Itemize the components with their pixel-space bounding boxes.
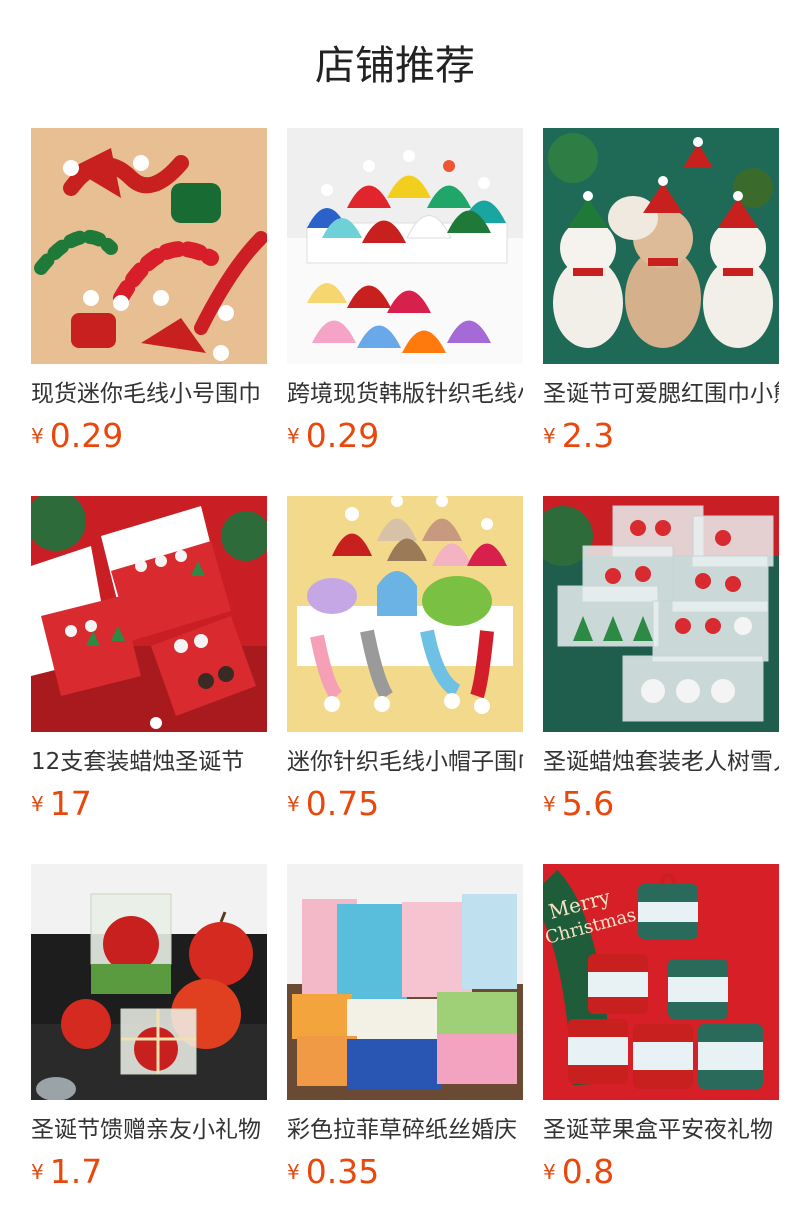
product-name[interactable]: 圣诞蜡烛套装老人树雪人 [543, 746, 779, 778]
product-price: ¥0.75 [287, 784, 523, 823]
product-price: ¥0.29 [287, 416, 523, 455]
product-name[interactable]: 现货迷你毛线小号围巾 [31, 378, 267, 410]
price-value: 2.3 [561, 416, 615, 455]
price-value: 1.7 [49, 1152, 103, 1191]
product-name[interactable]: 彩色拉菲草碎纸丝婚庆 [287, 1114, 523, 1146]
product-name[interactable]: 圣诞节可爱腮红围巾小熊 [543, 378, 779, 410]
product-name[interactable]: 圣诞苹果盒平安夜礼物 [543, 1114, 779, 1146]
currency-symbol: ¥ [31, 792, 44, 816]
apple-gift-boxes-image[interactable]: Merry Christmas [543, 864, 779, 1100]
currency-symbol: ¥ [287, 424, 300, 448]
knit-scarves-image[interactable] [31, 128, 267, 364]
product-card[interactable]: 彩色拉菲草碎纸丝婚庆 ¥0.35 [287, 864, 523, 1191]
currency-symbol: ¥ [31, 1160, 44, 1184]
apple-candles-image[interactable] [31, 864, 267, 1100]
price-value: 0.75 [305, 784, 380, 823]
price-value: 17 [49, 784, 92, 823]
price-value: 0.8 [561, 1152, 615, 1191]
product-price: ¥17 [31, 784, 267, 823]
product-name[interactable]: 跨境现货韩版针织毛线小帽子 [287, 378, 523, 410]
product-card[interactable]: 现货迷你毛线小号围巾 ¥0.29 [31, 128, 267, 455]
product-name[interactable]: 迷你针织毛线小帽子围巾 [287, 746, 523, 778]
currency-symbol: ¥ [543, 792, 556, 816]
product-card[interactable]: 12支套装蜡烛圣诞节 ¥17 [31, 496, 267, 823]
product-price: ¥5.6 [543, 784, 779, 823]
price-value: 0.35 [305, 1152, 380, 1191]
product-card[interactable]: 迷你针织毛线小帽子围巾 ¥0.75 [287, 496, 523, 823]
page-title: 店铺推荐 [315, 43, 475, 89]
mini-knits-image[interactable] [287, 496, 523, 732]
price-value: 0.29 [49, 416, 124, 455]
currency-symbol: ¥ [543, 424, 556, 448]
product-card[interactable]: 跨境现货韩版针织毛线小帽子 ¥0.29 [287, 128, 523, 455]
product-price: ¥0.29 [31, 416, 267, 455]
product-price: ¥2.3 [543, 416, 779, 455]
product-price: ¥0.35 [287, 1152, 523, 1191]
product-price: ¥0.8 [543, 1152, 779, 1191]
product-card[interactable]: 圣诞蜡烛套装老人树雪人 ¥5.6 [543, 496, 779, 823]
price-value: 0.29 [305, 416, 380, 455]
currency-symbol: ¥ [287, 1160, 300, 1184]
currency-symbol: ¥ [543, 1160, 556, 1184]
product-card[interactable]: 圣诞节馈赠亲友小礼物 ¥1.7 [31, 864, 267, 1191]
product-name[interactable]: 圣诞节馈赠亲友小礼物 [31, 1114, 267, 1146]
candle-sets-image[interactable] [543, 496, 779, 732]
product-name[interactable]: 12支套装蜡烛圣诞节 [31, 746, 267, 778]
currency-symbol: ¥ [31, 424, 44, 448]
knit-hats-image[interactable] [287, 128, 523, 364]
product-price: ¥1.7 [31, 1152, 267, 1191]
teddy-bears-image[interactable] [543, 128, 779, 364]
product-card[interactable]: Merry Christmas 圣诞苹果盒平安夜礼物 ¥0.8 [543, 864, 779, 1191]
currency-symbol: ¥ [287, 792, 300, 816]
product-card[interactable]: 圣诞节可爱腮红围巾小熊 ¥2.3 [543, 128, 779, 455]
price-value: 5.6 [561, 784, 615, 823]
paper-shred-image[interactable] [287, 864, 523, 1100]
candle-boxes-image[interactable] [31, 496, 267, 732]
